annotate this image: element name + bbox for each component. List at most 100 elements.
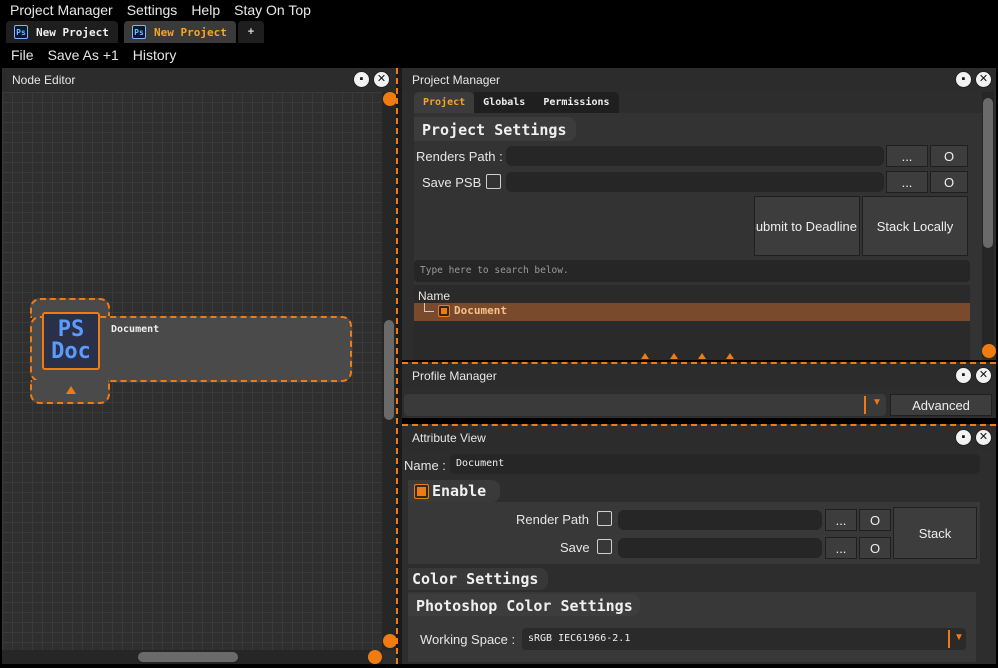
close-icon[interactable]: ✕ — [975, 71, 992, 88]
node-editor-panel: Node Editor ▪ ✕ PS Doc Document — [2, 68, 397, 664]
node-label: Document — [111, 324, 160, 335]
float-panel-icon[interactable]: ▪ — [353, 71, 370, 88]
panel-title: Node Editor — [12, 73, 76, 87]
project-manager-panel: Project Manager ▪ ✕ Project Globals Perm… — [402, 68, 996, 360]
close-icon[interactable]: ✕ — [373, 71, 390, 88]
menubar: Project Manager Settings Help Stay On To… — [0, 0, 998, 20]
photoshop-color-settings-heading: Photoshop Color Settings — [416, 597, 633, 615]
drag-marker-icon — [670, 353, 678, 359]
vertical-scrollbar[interactable] — [382, 92, 396, 650]
menu-settings[interactable]: Settings — [127, 0, 178, 20]
close-icon[interactable]: ✕ — [975, 429, 992, 446]
render-path-checkbox[interactable] — [597, 511, 612, 526]
stack-button[interactable]: Stack — [893, 507, 977, 559]
chevron-down-icon: ▼ — [954, 632, 964, 643]
save-psb-open-button[interactable]: O — [930, 171, 968, 193]
file-menu[interactable]: File — [11, 44, 34, 66]
working-space-dropdown[interactable]: sRGB IEC61966-2.1 ▼ — [522, 628, 966, 650]
tab-globals[interactable]: Globals — [474, 92, 535, 113]
photoshop-icon: Ps — [14, 25, 28, 39]
name-input[interactable]: Document — [450, 454, 980, 474]
color-settings-heading: Color Settings — [412, 570, 539, 588]
render-path-browse-button[interactable]: ... — [825, 509, 857, 531]
photoshop-color-settings-group: Photoshop Color Settings Working Space :… — [408, 592, 976, 662]
drag-marker-icon — [698, 353, 706, 359]
ps-doc-icon: PS Doc — [42, 312, 100, 370]
close-icon[interactable]: ✕ — [975, 367, 992, 384]
save-as-plus-one-button[interactable]: Save As +1 — [48, 44, 119, 66]
node-editor-titlebar: Node Editor — [2, 68, 396, 92]
render-path-label: Render Path — [516, 512, 589, 527]
project-tabs: Project Globals Permissions — [414, 92, 619, 113]
project-manager-titlebar: Project Manager — [402, 68, 996, 92]
tree-row-document[interactable]: Document — [414, 303, 970, 321]
save-label: Save — [560, 540, 590, 555]
add-tab-button[interactable]: + — [238, 21, 264, 43]
photoshop-icon: Ps — [132, 25, 146, 39]
document-tab-strip: Ps New Project Ps New Project + — [0, 20, 998, 44]
save-path-input[interactable] — [618, 538, 822, 558]
render-path-input[interactable] — [618, 510, 822, 530]
panel-title: Project Manager — [412, 73, 501, 87]
document-tab-1[interactable]: Ps New Project — [6, 21, 118, 43]
tab-permissions[interactable]: Permissions — [534, 92, 619, 113]
submit-to-deadline-button[interactable]: Submit to Deadline — [754, 196, 860, 256]
profile-manager-panel: Profile Manager ▪ ✕ ▼ Advanced — [402, 362, 996, 418]
scroll-thumb[interactable] — [983, 98, 993, 248]
resize-handle-icon[interactable] — [383, 634, 397, 648]
scroll-thumb[interactable] — [384, 320, 394, 420]
attribute-view-panel: Attribute View ▪ ✕ Name : Document Enabl… — [402, 424, 996, 664]
save-browse-button[interactable]: ... — [825, 537, 857, 559]
resize-handle-icon[interactable] — [368, 650, 382, 664]
enable-label: Enable — [432, 482, 487, 500]
document-node[interactable]: PS Doc Document — [30, 298, 352, 404]
name-label: Name : — [404, 458, 446, 473]
resize-handle-icon[interactable] — [982, 344, 996, 358]
tree-header-name: Name — [418, 289, 451, 303]
profile-manager-titlebar: Profile Manager — [402, 364, 996, 388]
project-tree: Name Document — [414, 285, 970, 360]
menu-stay-on-top[interactable]: Stay On Top — [234, 0, 311, 20]
render-path-open-button[interactable]: O — [859, 509, 891, 531]
advanced-button[interactable]: Advanced — [890, 394, 992, 416]
project-settings-heading: Project Settings — [422, 121, 567, 139]
render-settings-group: Render Path ... O Save ... O Stack — [408, 502, 980, 564]
history-menu[interactable]: History — [133, 44, 177, 66]
attribute-view-titlebar: Attribute View — [402, 426, 996, 450]
menu-project-manager[interactable]: Project Manager — [10, 0, 113, 20]
tree-item-label: Document — [454, 304, 507, 317]
enable-checkbox[interactable] — [414, 484, 429, 499]
renders-path-label: Renders Path : — [416, 149, 503, 164]
horizontal-scrollbar[interactable] — [2, 650, 382, 664]
renders-path-browse-button[interactable]: ... — [886, 145, 928, 167]
tab-project[interactable]: Project — [414, 92, 475, 113]
output-port-icon[interactable] — [66, 386, 76, 394]
save-psb-checkbox[interactable] — [486, 174, 501, 189]
save-psb-browse-button[interactable]: ... — [886, 171, 928, 193]
save-psb-path-input[interactable] — [506, 172, 884, 192]
node-canvas[interactable]: PS Doc Document — [2, 92, 382, 650]
tab-label: New Project — [36, 25, 109, 39]
stack-locally-button[interactable]: Stack Locally — [862, 196, 968, 256]
menu-help[interactable]: Help — [191, 0, 220, 20]
profile-dropdown[interactable]: ▼ — [404, 394, 886, 416]
scroll-thumb[interactable] — [138, 652, 238, 662]
document-tab-2[interactable]: Ps New Project — [124, 21, 236, 43]
working-space-label: Working Space : — [420, 632, 516, 647]
tab-label: New Project — [154, 25, 227, 39]
drag-marker-icon — [641, 353, 649, 359]
node-type-icon — [438, 305, 450, 317]
vertical-scrollbar[interactable] — [982, 92, 994, 358]
renders-path-open-button[interactable]: O — [930, 145, 968, 167]
renders-path-input[interactable] — [506, 146, 884, 166]
float-panel-icon[interactable]: ▪ — [955, 367, 972, 384]
chevron-down-icon: ▼ — [872, 397, 882, 408]
file-bar: File Save As +1 History — [0, 44, 998, 66]
save-checkbox[interactable] — [597, 539, 612, 554]
panel-title: Profile Manager — [412, 369, 497, 383]
resize-handle-icon[interactable] — [383, 92, 397, 106]
float-panel-icon[interactable]: ▪ — [955, 71, 972, 88]
float-panel-icon[interactable]: ▪ — [955, 429, 972, 446]
tree-search-input[interactable]: Type here to search below. — [414, 260, 970, 282]
save-open-button[interactable]: O — [859, 537, 891, 559]
